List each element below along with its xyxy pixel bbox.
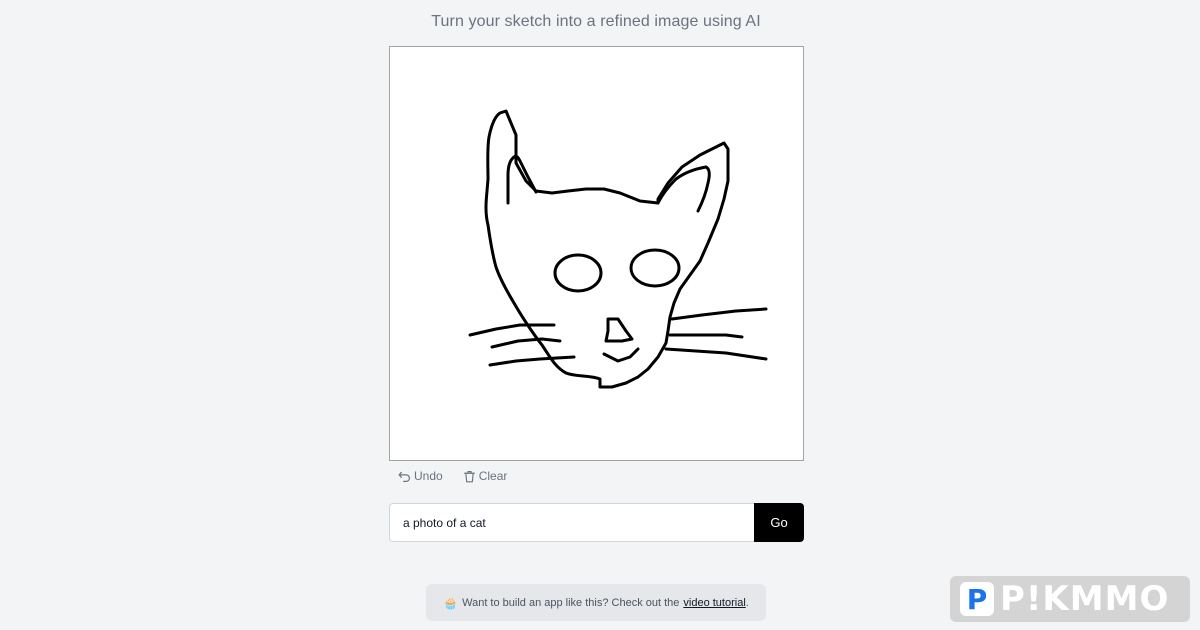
- page-tagline: Turn your sketch into a refined image us…: [431, 13, 761, 30]
- undo-arrow-icon: [398, 471, 410, 482]
- undo-button[interactable]: Undo: [398, 469, 443, 483]
- watermark-badge-letter: P: [966, 582, 988, 616]
- sketch-canvas[interactable]: [389, 46, 804, 461]
- sketch-stroke-ear-right-inner: [656, 165, 711, 213]
- canvas-toolbar: Undo Clear: [398, 469, 507, 483]
- sketch-stroke-whisker-left-1: [468, 323, 556, 337]
- promo-text-end: .: [745, 596, 749, 609]
- sketch-stroke-mouth: [602, 347, 640, 363]
- trash-icon: [463, 470, 475, 482]
- sketch-stroke-eye-right: [629, 248, 681, 288]
- sketch-stroke-whisker-right-2: [668, 333, 744, 339]
- sketch-stroke-whisker-right-1: [670, 307, 768, 321]
- cat-sketch-drawing: [468, 109, 768, 389]
- go-button[interactable]: Go: [754, 503, 804, 542]
- undo-label: Undo: [414, 469, 443, 483]
- sketch-stroke-whisker-left-2: [490, 337, 562, 349]
- sketch-stroke-nose: [604, 317, 634, 343]
- cupcake-icon: 🧁: [443, 595, 459, 610]
- clear-label: Clear: [478, 469, 508, 483]
- sketch-stroke-head-left: [484, 109, 730, 389]
- video-tutorial-link[interactable]: video tutorial: [683, 597, 745, 609]
- sketch-stroke-whisker-left-3: [488, 355, 576, 367]
- sketch-stroke-eye-left: [553, 253, 603, 293]
- watermark-text: P!KMMO: [1000, 579, 1170, 619]
- prompt-input[interactable]: [389, 503, 754, 542]
- watermark-badge-icon: P: [960, 582, 994, 616]
- sketch-stroke-ear-left-inner: [506, 154, 538, 205]
- watermark-logo: P P!KMMO: [950, 576, 1190, 622]
- sketch-stroke-whisker-right-3: [664, 347, 768, 361]
- prompt-form: Go: [389, 503, 804, 542]
- clear-button[interactable]: Clear: [463, 469, 508, 483]
- promo-text: Want to build an app like this? Check ou…: [462, 596, 680, 609]
- promo-banner: 🧁 Want to build an app like this? Check …: [426, 584, 766, 621]
